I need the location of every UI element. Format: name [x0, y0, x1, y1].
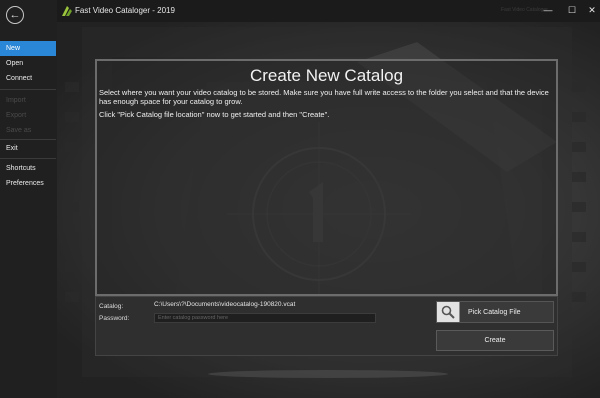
sidebar-divider [0, 158, 56, 159]
sidebar-divider [0, 89, 56, 90]
create-button[interactable]: Create [436, 330, 554, 351]
catalog-label: Catalog: [99, 303, 124, 310]
panel-description: Select where you want your video catalog… [99, 88, 549, 106]
sidebar: ← New Open Connect Import Export Save as… [0, 0, 58, 398]
back-arrow-icon[interactable]: ← [6, 6, 24, 24]
password-field[interactable] [154, 313, 376, 323]
password-label: Password: [99, 315, 130, 322]
close-icon[interactable]: ✕ [585, 3, 599, 17]
sidebar-item-import: Import [6, 97, 26, 104]
title-bar: Fast Video Cataloger - 2019 Fast Video C… [57, 0, 600, 22]
app-logo-icon [62, 6, 72, 16]
main-area: Create New Catalog Select where you want… [57, 22, 600, 398]
magnifier-icon [437, 302, 460, 322]
sidebar-item-open[interactable]: Open [0, 56, 56, 71]
catalog-path: C:\Users\?\Documents\videocatalog-190820… [154, 301, 296, 308]
pick-catalog-file-button[interactable]: Pick Catalog File [436, 301, 554, 323]
minimize-icon[interactable]: — [541, 3, 555, 17]
create-catalog-panel: Create New Catalog Select where you want… [95, 59, 558, 296]
sidebar-item-shortcuts[interactable]: Shortcuts [0, 161, 56, 176]
sidebar-item-preferences[interactable]: Preferences [0, 176, 56, 191]
sidebar-divider [0, 139, 56, 140]
catalog-form: Catalog: C:\Users\?\Documents\videocatal… [95, 296, 558, 356]
sidebar-item-save-as: Save as [6, 127, 32, 134]
sidebar-item-exit[interactable]: Exit [0, 141, 56, 156]
panel-hint: Click "Pick Catalog file location" now t… [99, 110, 330, 119]
pick-catalog-file-label: Pick Catalog File [468, 308, 521, 316]
sidebar-item-connect[interactable]: Connect [0, 71, 56, 86]
sidebar-item-export: Export [6, 112, 27, 119]
maximize-icon[interactable]: ☐ [565, 3, 579, 17]
sidebar-item-new[interactable]: New [0, 41, 56, 56]
page-title: Create New Catalog [249, 66, 404, 85]
window-title: Fast Video Cataloger - 2019 [75, 6, 175, 15]
